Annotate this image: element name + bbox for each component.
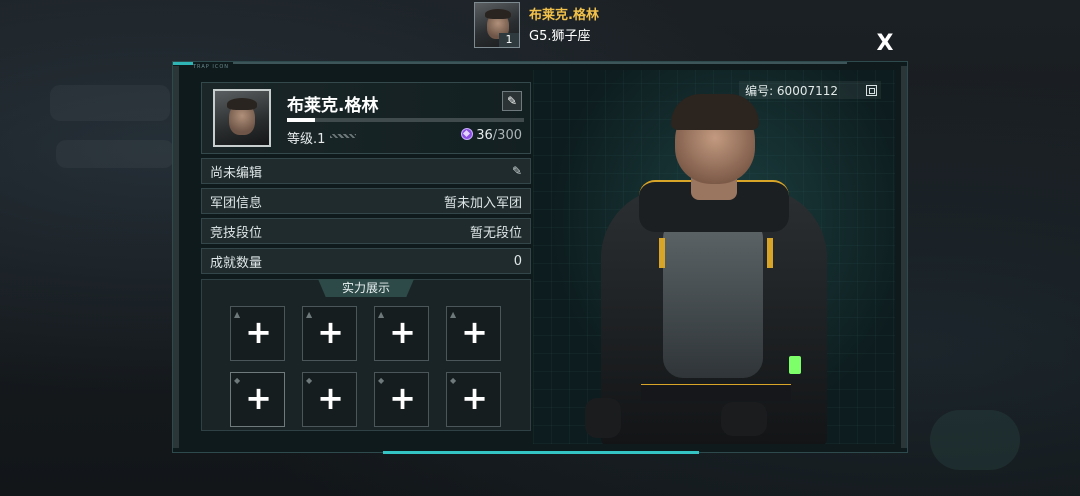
player-level-badge: 1 <box>499 33 519 47</box>
xp-progress-fill <box>287 118 316 122</box>
profile-card: 布莱克.格林 ✎ 等级.1 36/300 <box>201 82 531 154</box>
add-icon: + <box>461 379 488 417</box>
panel-tag: TRAP ICON <box>193 64 229 70</box>
panel-frame-left <box>173 66 179 448</box>
panel-bottom-accent <box>383 451 699 454</box>
panel-frame-right <box>901 66 907 448</box>
info-column: 布莱克.格林 ✎ 等级.1 36/300 尚未编辑 ✎ 军团信息 暂未加入军团 … <box>201 82 531 431</box>
xp-current: 36 <box>476 128 493 143</box>
xp-progress-bar <box>287 118 524 122</box>
showcase-section: 实力展示 ▲ + ▲ + ▲ + ▲ + ◆ + ◆ + ◆ + ◆ + <box>201 279 531 431</box>
add-icon: + <box>389 313 416 351</box>
add-icon: + <box>245 313 272 351</box>
edit-icon: ✎ <box>506 94 518 108</box>
panel-top-line <box>233 62 847 64</box>
achievement-value: 0 <box>513 253 522 269</box>
showcase-slot[interactable]: ▲ + <box>374 306 429 361</box>
player-chip[interactable]: 1 布莱克.格林 G5.狮子座 <box>474 2 599 48</box>
showcase-slot[interactable]: ◆ + <box>230 372 285 427</box>
achievement-label: 成就数量 <box>210 255 263 271</box>
legion-value: 暂未加入军团 <box>443 195 522 211</box>
player-id: 编号: 60007112 <box>745 83 838 98</box>
player-avatar[interactable]: 1 <box>474 2 520 48</box>
add-icon: + <box>317 379 344 417</box>
character-showcase: 编号: 60007112 <box>533 70 895 444</box>
add-icon: + <box>245 379 272 417</box>
character-portrait <box>581 94 851 444</box>
pencil-icon[interactable]: ✎ <box>512 164 522 178</box>
xp-max: /300 <box>492 128 522 143</box>
showcase-slot[interactable]: ◆ + <box>302 372 357 427</box>
rank-value: 暂无段位 <box>469 225 522 241</box>
level-decoration <box>330 134 356 138</box>
close-button[interactable]: X <box>872 33 898 55</box>
add-icon: + <box>461 313 488 351</box>
level-label: 等级.1 <box>287 132 326 147</box>
rank-row: 竞技段位 暂无段位 <box>201 218 531 244</box>
showcase-slot[interactable]: ▲ + <box>446 306 501 361</box>
panel-accent <box>173 62 193 65</box>
xp-readout: 36/300 <box>461 128 522 143</box>
background-shape <box>50 85 170 121</box>
profile-panel: TRAP ICON 布莱克.格林 ✎ 等级.1 36/300 尚未编辑 ✎ 军团… <box>172 61 908 454</box>
showcase-slot[interactable]: ◆ + <box>446 372 501 427</box>
showcase-slot[interactable]: ◆ + <box>374 372 429 427</box>
add-icon: + <box>317 313 344 351</box>
showcase-slot[interactable]: ▲ + <box>302 306 357 361</box>
background-shape <box>930 410 1020 470</box>
profile-name: 布莱克.格林 <box>287 96 379 116</box>
player-id-box: 编号: 60007112 <box>739 81 881 99</box>
info-rows: 尚未编辑 ✎ 军团信息 暂未加入军团 竞技段位 暂无段位 成就数量 0 <box>201 158 531 274</box>
signature-label: 尚未编辑 <box>210 165 263 181</box>
profile-avatar[interactable] <box>213 89 271 147</box>
achievement-row: 成就数量 0 <box>201 248 531 274</box>
copy-icon[interactable] <box>866 84 877 96</box>
edit-name-button[interactable]: ✎ <box>502 91 522 111</box>
rank-label: 竞技段位 <box>210 225 263 241</box>
add-icon: + <box>389 379 416 417</box>
showcase-title: 实力展示 <box>318 279 414 297</box>
player-name: 布莱克.格林 <box>529 8 599 23</box>
legion-label: 军团信息 <box>210 195 263 211</box>
legion-row: 军团信息 暂未加入军团 <box>201 188 531 214</box>
background-shape <box>56 140 174 168</box>
gem-icon <box>461 128 474 140</box>
player-subtitle: G5.狮子座 <box>529 29 591 44</box>
showcase-slot[interactable]: ▲ + <box>230 306 285 361</box>
signature-row[interactable]: 尚未编辑 ✎ <box>201 158 531 184</box>
